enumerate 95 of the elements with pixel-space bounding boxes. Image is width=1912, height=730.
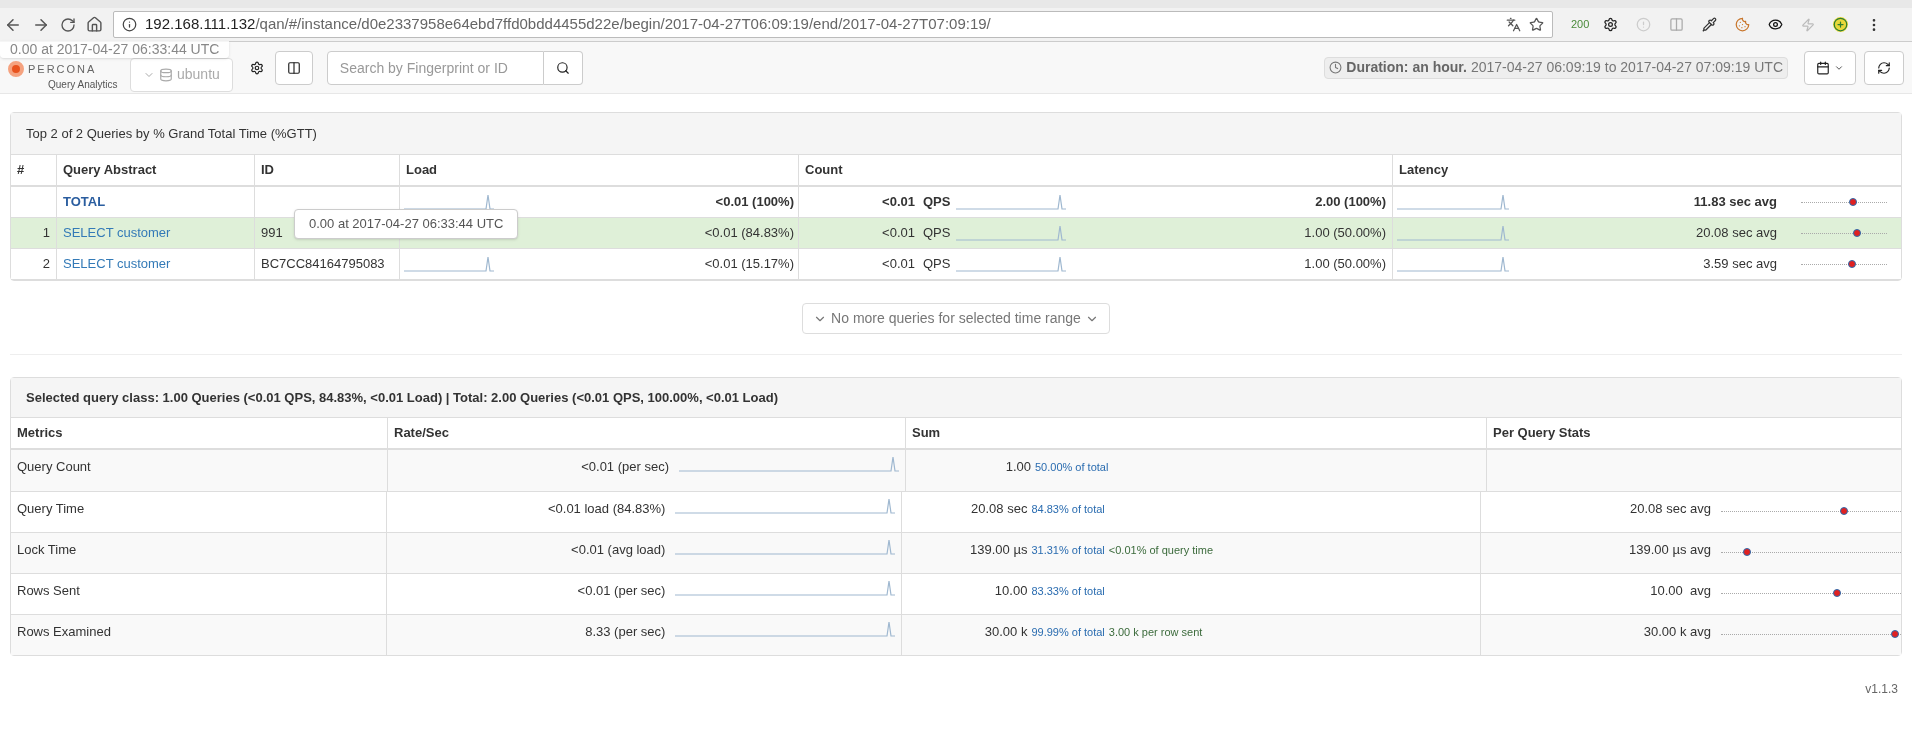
- metric-name: Lock Time: [17, 542, 77, 557]
- eye-icon[interactable]: [1768, 17, 1784, 32]
- qps-value: <0.01: [882, 193, 915, 212]
- column-header: Metrics: [17, 424, 63, 443]
- duration-label: Duration: an hour. 2017-04-27 06:09:19 to 2017-04-27 07:09:19 UTC: [1324, 56, 1788, 79]
- metric-name: Rows Sent: [17, 583, 80, 598]
- panel-title: Top 2 of 2 Queries by % Grand Total Time (%GTT): [26, 124, 317, 143]
- metric-name: Rows Examined: [17, 624, 111, 639]
- share-of-total: 99.99% of total: [1031, 625, 1105, 640]
- per-query-value: 139.00 µs avg: [1629, 541, 1711, 559]
- share-of-total: 84.83% of total: [1031, 502, 1105, 517]
- qps-value: <0.01: [882, 255, 915, 274]
- column-header: Load: [406, 161, 438, 180]
- eyedropper-icon[interactable]: [1702, 17, 1718, 32]
- metric-name: Query Count: [17, 459, 91, 474]
- load-value: <0.01 (15.17%): [704, 255, 794, 274]
- load-value: <0.01 (84.83%): [704, 224, 794, 243]
- reload-icon[interactable]: [60, 16, 76, 33]
- rate-value: <0.01 (per sec): [577, 582, 666, 600]
- rate-value: <0.01 load (84.83%): [547, 500, 666, 518]
- sum-value: 10.00: [994, 582, 1028, 600]
- logo-icon: [8, 61, 24, 77]
- column-header: ID: [261, 161, 274, 180]
- more-queries-button[interactable]: No more queries for selected time range: [802, 303, 1110, 334]
- query-link[interactable]: SELECT customer: [63, 223, 171, 243]
- column-header: Sum: [912, 424, 941, 443]
- search-icon: [555, 60, 570, 75]
- qps-unit: QPS: [923, 224, 951, 243]
- extension-badge[interactable]: 200: [1571, 16, 1590, 33]
- list-button[interactable]: [274, 50, 313, 85]
- app-subtitle: Query Analytics: [48, 78, 119, 93]
- column-header: Per Query Stats: [1493, 424, 1591, 443]
- gear-icon[interactable]: [1603, 17, 1619, 32]
- query-link[interactable]: TOTAL: [63, 192, 106, 212]
- per-query-value: 30.00 k avg: [1643, 623, 1711, 641]
- search-field[interactable]: Search by Fingerprint or ID: [326, 50, 544, 85]
- panel-title: Selected query class: 1.00 Queries (<0.01 QPS, 84.83%, <0.01 Load) | Total: 2.00 Queries (<0.01 QPS, 100.00%, <0.01 Load): [26, 388, 778, 407]
- url-path: /qan/#/instance/d0e2337958e64ebd7ffd0bdd4455d22e/begin/2017-04-27T06:09:19/end/2017-04-27T07:09:19/: [255, 14, 991, 35]
- per-query-value: 20.08 sec avg: [1630, 500, 1711, 518]
- url-host: 192.168.111.132: [145, 14, 256, 35]
- refresh-button[interactable]: [1864, 50, 1904, 85]
- database-icon: [159, 67, 173, 82]
- latency-value: 20.08 sec avg: [1696, 224, 1777, 243]
- qps-value: <0.01: [882, 224, 915, 243]
- row-number: 2: [42, 255, 50, 274]
- share-of-total: 83.33% of total: [1031, 584, 1105, 599]
- query-id: BC7CC84164795083: [261, 255, 385, 274]
- row-number: 1: [42, 224, 50, 243]
- clock-icon: [1329, 61, 1343, 74]
- home-icon[interactable]: [86, 16, 103, 33]
- latency-value: 3.59 sec avg: [1703, 255, 1777, 274]
- share-of-total: 50.00% of total: [1035, 460, 1109, 475]
- count-value: 1.00 (50.00%): [1304, 224, 1386, 243]
- calendar-icon: [1816, 60, 1830, 75]
- count-value: 2.00 (100%): [1315, 193, 1386, 212]
- column-header: #: [17, 161, 25, 180]
- qps-unit: QPS: [923, 193, 951, 212]
- query-row[interactable]: 2 SELECT customer BC7CC84164795083 <0.01 (15.17%) <0.01 QPS 1.00 (50.00%) 3.59 sec avg: [11, 249, 1901, 280]
- column-header: Count: [805, 161, 843, 180]
- chart-tooltip: 0.00 at 2017-04-27 06:33:44 UTC: [294, 209, 519, 239]
- rate-value: 8.33 (per sec): [585, 623, 666, 641]
- load-value: <0.01 (100%): [715, 193, 794, 212]
- share-of-total: 31.31% of total: [1031, 543, 1105, 558]
- gear-icon: [249, 60, 264, 75]
- bookmark-star-icon[interactable]: [1529, 17, 1544, 32]
- rate-value: <0.01 (avg load): [571, 541, 666, 559]
- version-label: v1.1.3: [1865, 681, 1898, 698]
- query-id: 991: [261, 224, 283, 243]
- extra-stat: <0.01% of query time: [1108, 543, 1214, 558]
- sum-value: 30.00 k: [984, 623, 1028, 641]
- rate-value: <0.01 (per sec): [581, 458, 669, 476]
- chart-tooltip: 0.00 at 2017-04-27 06:33:44 UTC: [0, 41, 230, 58]
- qps-unit: QPS: [923, 255, 951, 274]
- column-header: Latency: [1399, 161, 1449, 180]
- query-link[interactable]: SELECT customer: [63, 254, 171, 274]
- sum-value: 139.00 µs: [970, 541, 1028, 559]
- address-bar[interactable]: 192.168.111.132/qan/#/instance/d0e2337958e64ebd7ffd0bdd4455d22e/begin/2017-04-27T06:09:19/end/2017-04-27T07:09:19/: [113, 11, 1553, 38]
- calendar-button[interactable]: [1804, 50, 1856, 85]
- sum-value: 1.00: [1005, 458, 1031, 476]
- logo-text: PERCONA: [28, 61, 97, 77]
- query-row[interactable]: TOTAL <0.01 (100%) <0.01 QPS 2.00 (100%) 11.83 sec avg: [11, 187, 1901, 218]
- column-header: Query Abstract: [63, 161, 157, 180]
- extra-stat: 3.00 k per row sent: [1108, 625, 1203, 640]
- info-icon: [122, 17, 137, 32]
- column-header: Rate/Sec: [394, 424, 449, 443]
- sum-value: 20.08 sec: [971, 500, 1028, 518]
- per-query-value: 10.00 avg: [1650, 582, 1711, 600]
- plus-circle-icon[interactable]: [1833, 17, 1849, 32]
- refresh-icon: [1877, 60, 1891, 75]
- count-value: 1.00 (50.00%): [1304, 255, 1386, 274]
- translate-icon[interactable]: [1506, 17, 1521, 32]
- search-button[interactable]: [543, 50, 583, 85]
- metric-name: Query Time: [17, 501, 85, 516]
- cookie-icon[interactable]: [1735, 17, 1751, 32]
- latency-value: 11.83 sec avg: [1693, 193, 1777, 212]
